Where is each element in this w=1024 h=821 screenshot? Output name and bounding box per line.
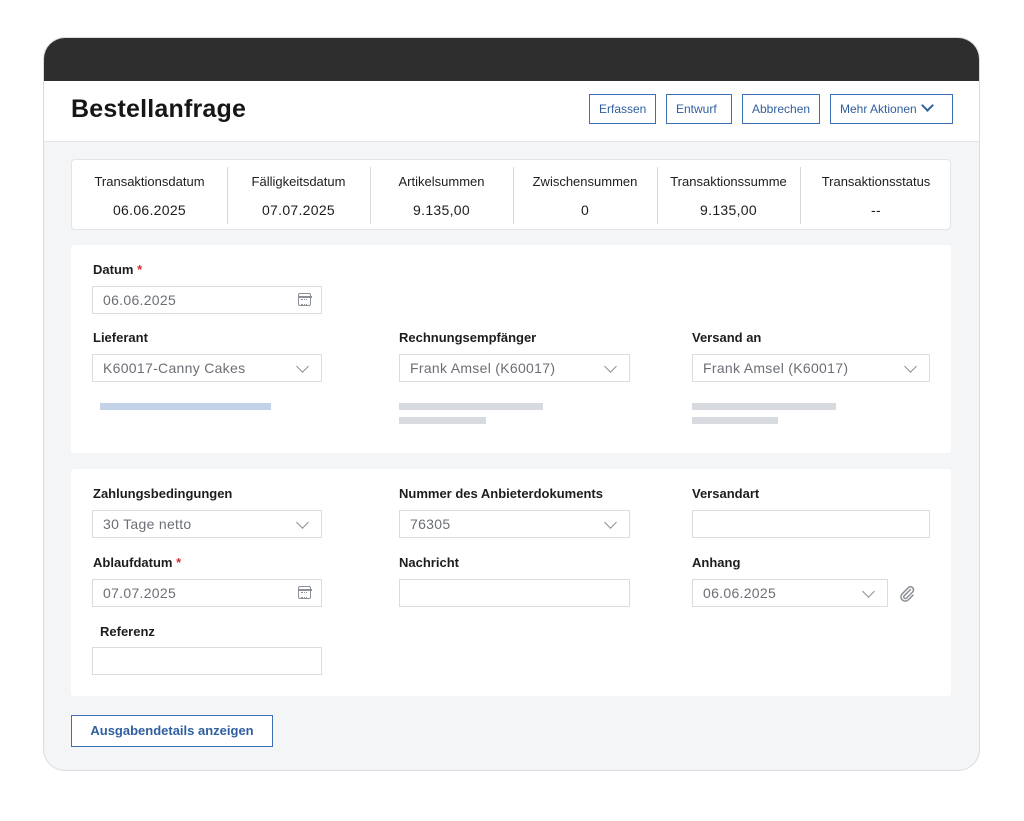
loading-placeholder xyxy=(100,403,271,410)
window-titlebar xyxy=(44,38,979,81)
summary-label: Fälligkeitsdatum xyxy=(251,174,346,189)
capture-button[interactable]: Erfassen xyxy=(589,94,656,124)
loading-placeholder xyxy=(692,417,778,424)
draft-button[interactable]: Entwurf xyxy=(666,94,732,124)
calendar-icon[interactable] xyxy=(297,293,312,306)
message-input[interactable] xyxy=(399,579,630,607)
date-field[interactable]: 06.06.2025 xyxy=(92,286,322,314)
vendor-doc-number-label: Nummer des Anbieterdokuments xyxy=(399,486,603,501)
required-marker: * xyxy=(137,262,143,277)
bill-to-value: Frank Amsel (K60017) xyxy=(410,360,556,376)
ship-to-select[interactable]: Frank Amsel (K60017) xyxy=(692,354,930,382)
reference-input[interactable] xyxy=(92,647,322,675)
summary-item-transaction-total: Transaktionssumme 9.135,00 xyxy=(657,160,800,231)
summary-value: 07.07.2025 xyxy=(261,202,336,218)
summary-value: 06.06.2025 xyxy=(112,202,187,218)
payment-terms-select[interactable]: 30 Tage netto xyxy=(92,510,322,538)
ship-to-value: Frank Amsel (K60017) xyxy=(703,360,849,376)
chevron-down-icon xyxy=(296,516,309,529)
required-marker: * xyxy=(176,555,182,570)
shipping-method-label: Versandart xyxy=(692,486,760,501)
chevron-down-icon xyxy=(296,360,309,373)
page-header: Bestellanfrage Erfassen Entwurf Abbreche… xyxy=(44,81,979,142)
shipping-method-input[interactable] xyxy=(692,510,930,538)
summary-item-item-totals: Artikelsummen 9.135,00 xyxy=(370,160,513,231)
payment-terms-label: Zahlungsbedingungen xyxy=(93,486,233,501)
show-expense-details-button[interactable]: Ausgabendetails anzeigen xyxy=(71,715,273,747)
summary-item-due-date: Fälligkeitsdatum 07.07.2025 xyxy=(227,160,370,231)
attachment-select[interactable]: 06.06.2025 xyxy=(692,579,888,607)
supplier-label: Lieferant xyxy=(93,330,148,345)
expiry-date-label: Ablaufdatum * xyxy=(93,555,182,570)
chevron-down-icon xyxy=(920,99,934,112)
summary-item-subtotals: Zwischensummen 0 xyxy=(513,160,657,231)
cancel-button[interactable]: Abbrechen xyxy=(742,94,820,124)
summary-value: 9.135,00 xyxy=(413,202,470,218)
more-actions-button[interactable]: Mehr Aktionen xyxy=(830,94,953,124)
bill-to-select[interactable]: Frank Amsel (K60017) xyxy=(399,354,630,382)
reference-label: Referenz xyxy=(100,624,155,639)
chevron-down-icon xyxy=(904,360,917,373)
page-title: Bestellanfrage xyxy=(71,95,247,123)
vendor-doc-number-value: 76305 xyxy=(410,516,451,532)
chevron-down-icon xyxy=(862,585,875,598)
summary-value: 9.135,00 xyxy=(700,202,757,218)
summary-value: 0 xyxy=(580,202,590,218)
vendor-doc-number-select[interactable]: 76305 xyxy=(399,510,630,538)
loading-placeholder xyxy=(399,417,486,424)
summary-label: Artikelsummen xyxy=(398,174,485,189)
calendar-icon[interactable] xyxy=(297,586,312,599)
attachment-label: Anhang xyxy=(692,555,741,570)
message-label: Nachricht xyxy=(399,555,459,570)
date-label: Datum * xyxy=(93,262,143,277)
app-window: Bestellanfrage Erfassen Entwurf Abbreche… xyxy=(43,37,980,771)
general-section: Datum * 06.06.2025 Lieferant K60017-Cann… xyxy=(71,245,951,453)
loading-placeholder xyxy=(399,403,543,410)
bill-to-label: Rechnungsempfänger xyxy=(399,330,537,345)
expiry-date-value: 07.07.2025 xyxy=(103,585,177,601)
ship-to-label: Versand an xyxy=(692,330,762,345)
date-value: 06.06.2025 xyxy=(103,292,177,308)
expiry-date-field[interactable]: 07.07.2025 xyxy=(92,579,322,607)
supplier-value: K60017-Canny Cakes xyxy=(103,360,246,376)
summary-value: -- xyxy=(871,202,881,218)
summary-item-transaction-date: Transaktionsdatum 06.06.2025 xyxy=(72,160,227,231)
details-section: Zahlungsbedingungen 30 Tage netto Nummer… xyxy=(71,469,951,696)
summary-item-transaction-status: Transaktionsstatus -- xyxy=(800,160,952,231)
chevron-down-icon xyxy=(604,516,617,529)
payment-terms-value: 30 Tage netto xyxy=(103,516,192,532)
summary-label: Transaktionsdatum xyxy=(94,174,205,189)
transaction-summary: Transaktionsdatum 06.06.2025 Fälligkeits… xyxy=(71,159,951,230)
chevron-down-icon xyxy=(604,360,617,373)
supplier-select[interactable]: K60017-Canny Cakes xyxy=(92,354,322,382)
summary-label: Transaktionsstatus xyxy=(821,174,931,189)
summary-label: Zwischensummen xyxy=(532,174,638,189)
summary-label: Transaktionssumme xyxy=(670,174,787,189)
paperclip-icon[interactable] xyxy=(898,584,916,602)
more-actions-label: Mehr Aktionen xyxy=(840,102,917,116)
attachment-value: 06.06.2025 xyxy=(703,585,777,601)
loading-placeholder xyxy=(692,403,836,410)
